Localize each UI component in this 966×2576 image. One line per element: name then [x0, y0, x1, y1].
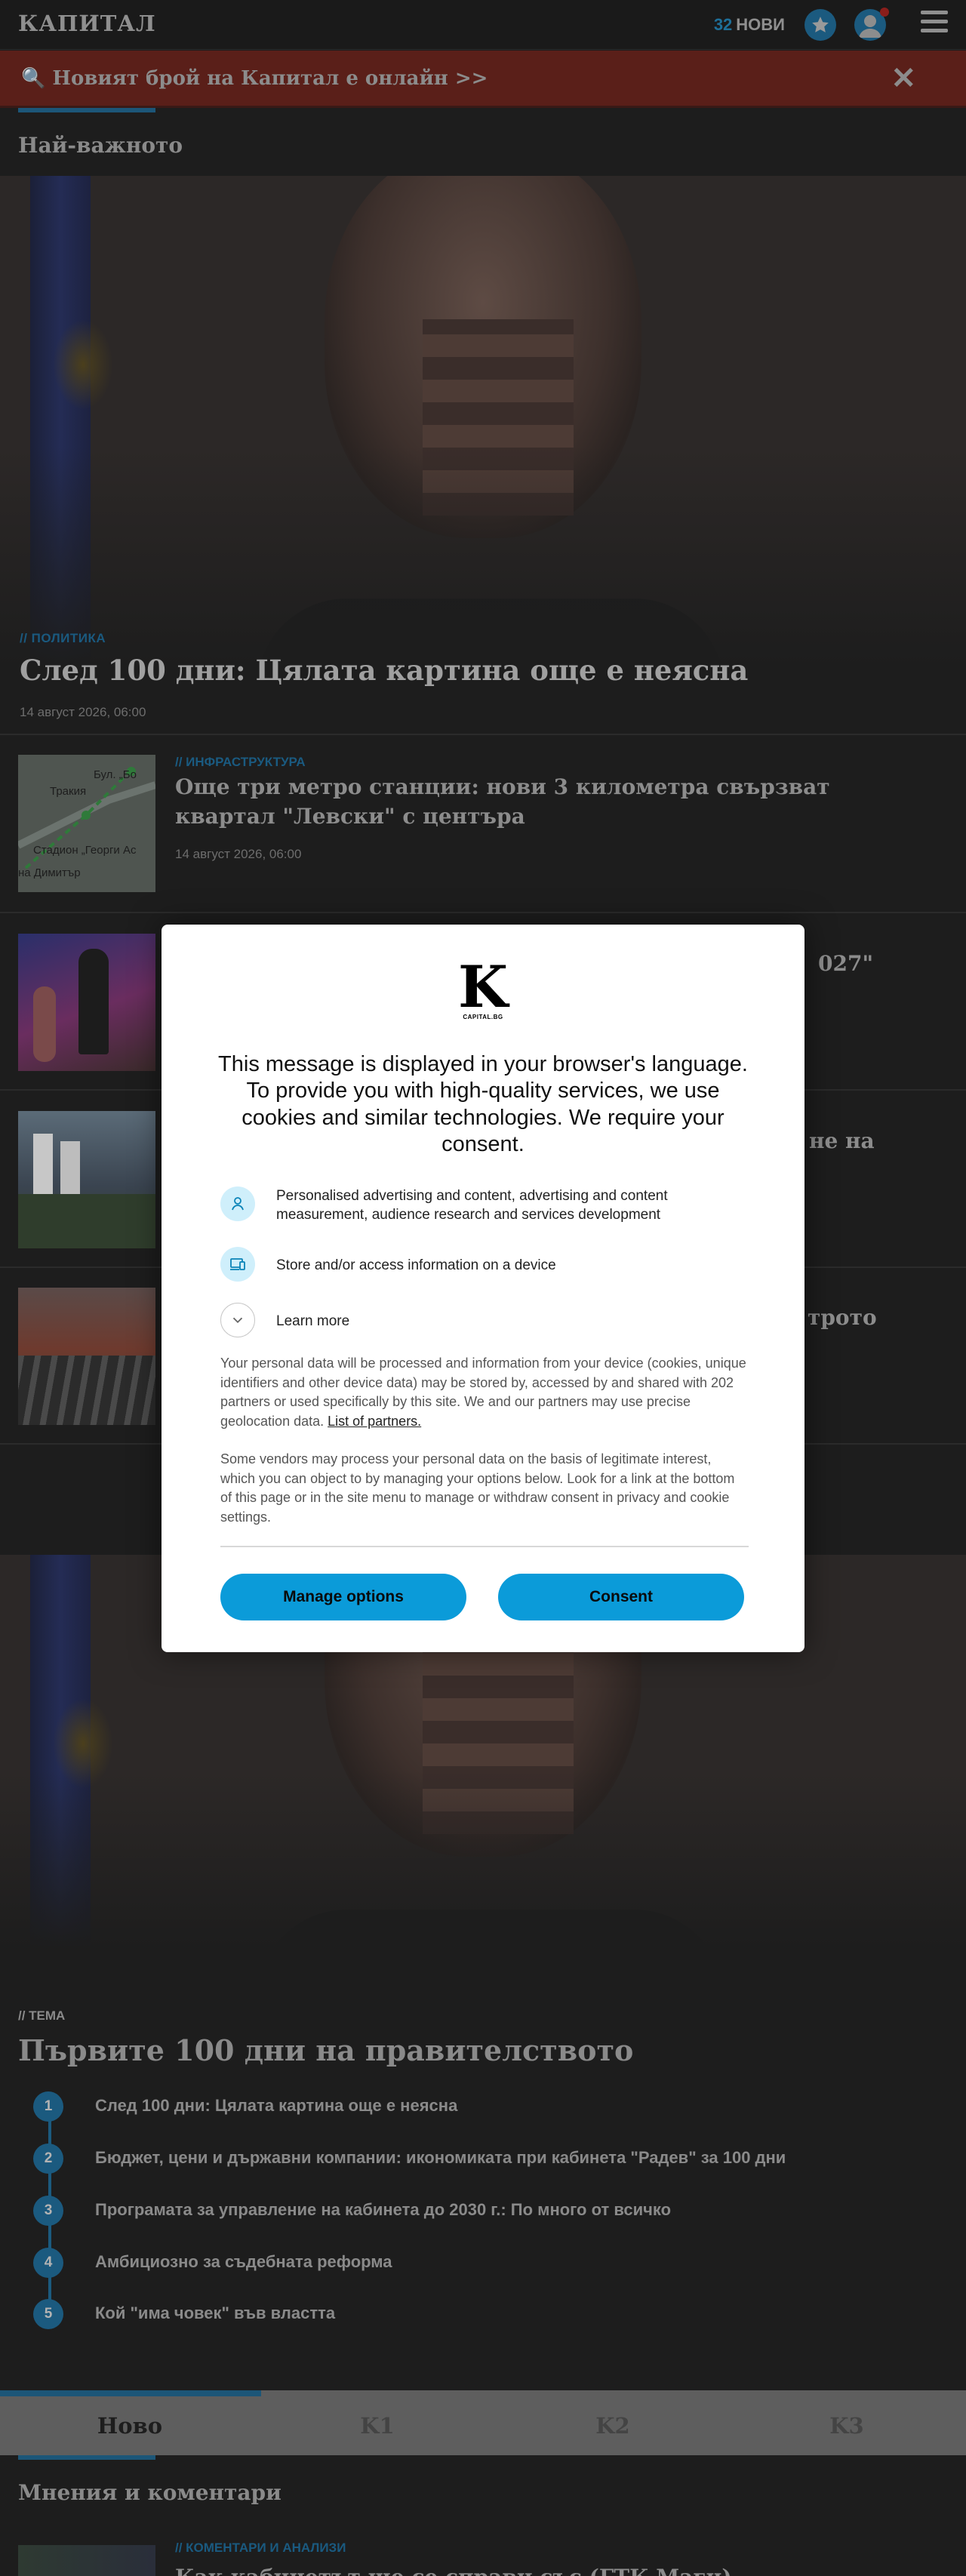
- article-thumbnail[interactable]: [18, 2545, 155, 2576]
- new-label: НОВИ: [736, 15, 785, 34]
- promo-banner[interactable]: 🔍 Новият брой на Капитал е онлайн >> ✕: [0, 51, 966, 108]
- section-accent: [18, 2455, 155, 2460]
- section-title-top: Най-важното: [18, 133, 183, 158]
- hero-title[interactable]: След 100 дни: Цялата картина още е неясн…: [20, 654, 748, 687]
- promo-text[interactable]: 🔍 Новият брой на Капитал е онлайн >>: [21, 67, 488, 90]
- divider: [220, 1546, 749, 1547]
- article-category[interactable]: // ИНФРАСТРУКТУРА: [175, 755, 306, 770]
- divider: [0, 912, 966, 913]
- map-label: на Димитър: [18, 866, 81, 879]
- map-label: Стадион „Георги Ас: [33, 844, 137, 857]
- article-title-partial[interactable]: трото: [808, 1303, 958, 1333]
- consent-heading: This message is displayed in your browse…: [218, 1052, 748, 1157]
- hero-image[interactable]: [0, 176, 966, 666]
- consent-paragraph-data: Your personal data will be processed and…: [220, 1354, 749, 1431]
- logo-letter: K: [457, 953, 509, 1020]
- person-icon: [220, 1186, 255, 1221]
- menu-icon[interactable]: [921, 11, 948, 38]
- article-date: 14 август 2026, 06:00: [175, 847, 302, 861]
- consent-paragraph-text: Your personal data will be processed and…: [220, 1356, 746, 1429]
- capital-logo: K CAPITAL.BG: [451, 953, 515, 1024]
- topic-item-title[interactable]: Амбициозно за съдебната реформа: [95, 2252, 963, 2272]
- topic-number: 4: [33, 2248, 63, 2278]
- topic-item-title[interactable]: Програмата за управление на кабинета до …: [95, 2200, 963, 2220]
- topic-title[interactable]: Първите 100 дни на правителството: [18, 2033, 633, 2067]
- topic-item-title[interactable]: След 100 дни: Цялата картина още е неясн…: [95, 2096, 963, 2116]
- notification-dot: [880, 8, 889, 17]
- article-thumbnail[interactable]: [18, 1288, 155, 1425]
- article-title-partial[interactable]: 027": [818, 949, 954, 979]
- consent-paragraph-legitimate: Some vendors may process your personal d…: [220, 1451, 735, 1525]
- topic-number: 2: [33, 2144, 63, 2174]
- manage-options-button[interactable]: Manage options: [220, 1574, 466, 1620]
- new-count: 32: [713, 15, 733, 34]
- edition-tabs: Ново K1 K2 K3: [0, 2390, 966, 2455]
- topic-tag: // ТЕМА: [18, 2008, 66, 2023]
- tab-k1[interactable]: K1: [257, 2396, 498, 2455]
- article-title[interactable]: Още три метро станции: нови 3 километра …: [175, 773, 900, 831]
- article-title-partial[interactable]: не на: [809, 1127, 952, 1156]
- star-icon[interactable]: [804, 9, 836, 41]
- section-title-opinions: Мнения и коментари: [18, 2480, 281, 2505]
- learn-more-label[interactable]: Learn more: [276, 1312, 749, 1331]
- list-of-partners-link[interactable]: List of partners.: [328, 1414, 421, 1429]
- topic-number: 1: [33, 2091, 63, 2122]
- article-title[interactable]: Как кабинетът ще се справи със (ГТК Маги…: [175, 2565, 854, 2576]
- device-icon: [220, 1247, 255, 1282]
- active-tab-indicator: [0, 2390, 261, 2396]
- tab-k2[interactable]: K2: [492, 2396, 734, 2455]
- article-thumbnail[interactable]: Бул. „Бо Тракия Стадион „Георги Ас на Ди…: [18, 755, 155, 892]
- article-category[interactable]: // КОМЕНТАРИ И АНАЛИЗИ: [175, 2541, 346, 2556]
- topic-number: 5: [33, 2299, 63, 2329]
- close-icon[interactable]: ✕: [891, 61, 916, 96]
- article-thumbnail[interactable]: [18, 934, 155, 1071]
- purpose-text: Personalised advertising and content, ad…: [276, 1188, 668, 1223]
- purpose-text: Store and/or access information on a dev…: [276, 1257, 556, 1273]
- hero-date: 14 август 2026, 06:00: [20, 705, 146, 719]
- divider: [0, 734, 966, 735]
- map-label: Тракия: [50, 785, 87, 798]
- tab-k3[interactable]: K3: [726, 2396, 966, 2455]
- topic-number: 3: [33, 2196, 63, 2226]
- topic-item-title[interactable]: Кой "има човек" във властта: [95, 2304, 963, 2323]
- site-logo[interactable]: КАПИТАЛ: [18, 11, 156, 36]
- tab-novo[interactable]: Ново: [9, 2396, 251, 2455]
- chevron-down-icon[interactable]: [220, 1303, 255, 1337]
- section-accent: [18, 108, 155, 112]
- map-label: Бул. „Бо: [94, 768, 137, 781]
- hero-category[interactable]: // ПОЛИТИКА: [20, 631, 106, 646]
- new-articles-counter[interactable]: 32 НОВИ: [714, 15, 785, 35]
- topic-item-title[interactable]: Бюджет, цени и държавни компании: иконом…: [95, 2148, 963, 2168]
- consent-button[interactable]: Consent: [498, 1574, 744, 1620]
- top-bar: КАПИТАЛ 32 НОВИ: [0, 0, 966, 50]
- consent-dialog: K CAPITAL.BG This message is displayed i…: [162, 925, 804, 1652]
- article-thumbnail[interactable]: [18, 1111, 155, 1248]
